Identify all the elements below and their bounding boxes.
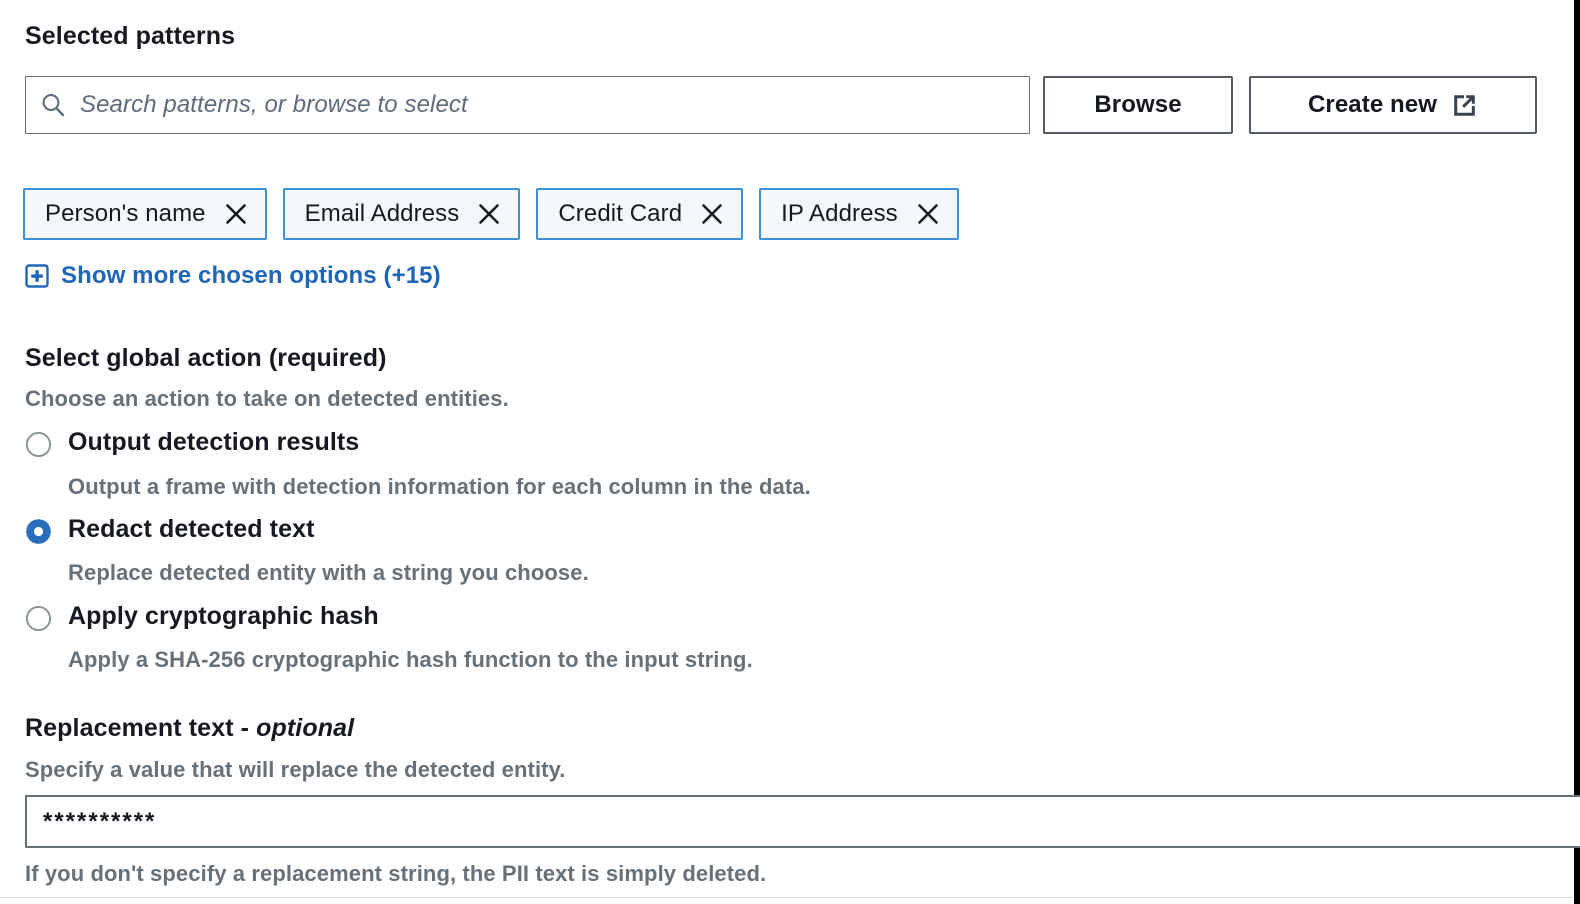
plus-square-icon [25, 264, 49, 288]
chip-ip-address[interactable]: IP Address [759, 188, 959, 240]
chip-label: IP Address [781, 200, 898, 227]
replacement-text-label: Replacement text - optional [25, 714, 354, 743]
bottom-divider [0, 897, 1574, 898]
chip-persons-name[interactable]: Person's name [23, 188, 267, 240]
radio-description: Replace detected entity with a string yo… [68, 560, 589, 585]
chip-label: Credit Card [558, 200, 683, 227]
radio-option-apply-cryptographic-hash[interactable]: Apply cryptographic hash [25, 602, 379, 632]
replacement-text-optional-tag: optional [256, 714, 355, 742]
search-patterns-input[interactable]: Search patterns, or browse to select [25, 76, 1030, 134]
pii-redaction-settings-panel: Selected patterns Search patterns, or br… [0, 0, 1580, 904]
selected-patterns-label: Selected patterns [25, 22, 236, 50]
browse-button-label: Browse [1094, 91, 1182, 118]
radio-label: Apply cryptographic hash [68, 602, 379, 630]
create-new-button-label: Create new [1307, 91, 1438, 118]
close-icon[interactable] [477, 202, 501, 226]
chip-label: Email Address [304, 200, 460, 227]
close-icon[interactable] [916, 202, 940, 226]
global-action-subtitle: Choose an action to take on detected ent… [25, 386, 509, 411]
browse-button[interactable]: Browse [1043, 76, 1233, 134]
radio-description: Apply a SHA-256 cryptographic hash funct… [68, 647, 753, 672]
chip-email-address[interactable]: Email Address [282, 188, 521, 240]
replacement-text-subtitle: Specify a value that will replace the de… [25, 757, 566, 782]
chip-credit-card[interactable]: Credit Card [536, 188, 744, 240]
show-more-chosen-options-label: Show more chosen options (+15) [61, 262, 441, 289]
radio-selected-icon[interactable] [25, 518, 52, 545]
create-new-button[interactable]: Create new [1249, 76, 1537, 134]
replacement-text-input[interactable] [25, 795, 1580, 848]
radio-description: Output a frame with detection informatio… [68, 474, 811, 499]
external-link-icon [1451, 92, 1478, 119]
radio-option-redact-detected-text[interactable]: Redact detected text [25, 515, 315, 545]
radio-unselected-icon[interactable] [25, 431, 52, 458]
selected-pattern-chips: Person's name Email Address Credit Card [23, 188, 959, 240]
replacement-text-label-main: Replacement text - [25, 714, 257, 742]
radio-label: Output detection results [68, 428, 360, 456]
chip-label: Person's name [45, 200, 206, 227]
radio-label: Redact detected text [68, 515, 315, 543]
search-placeholder-text: Search patterns, or browse to select [80, 91, 468, 118]
radio-unselected-icon[interactable] [25, 605, 52, 632]
global-action-title: Select global action (required) [25, 344, 387, 372]
replacement-text-hint: If you don't specify a replacement strin… [25, 861, 767, 886]
close-icon[interactable] [224, 202, 248, 226]
search-icon [40, 92, 66, 118]
show-more-chosen-options-link[interactable]: Show more chosen options (+15) [25, 262, 441, 290]
close-icon[interactable] [700, 202, 724, 226]
radio-option-output-detection-results[interactable]: Output detection results [25, 428, 359, 458]
